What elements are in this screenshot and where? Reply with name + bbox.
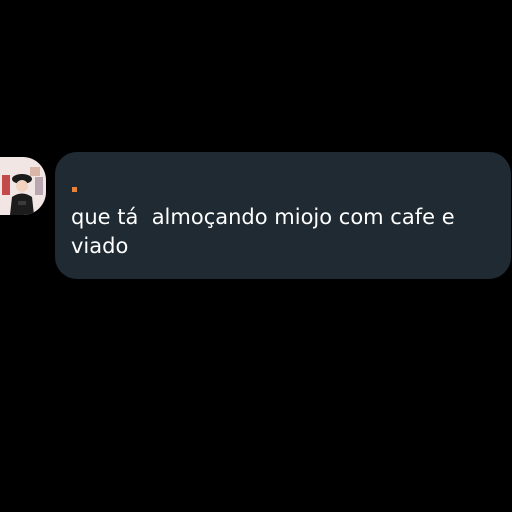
sender-indicator xyxy=(72,187,77,192)
chat-canvas: que tá almoçando miojo com cafe e viado xyxy=(0,0,512,512)
user-avatar-icon xyxy=(0,157,46,215)
avatar[interactable] xyxy=(0,157,46,215)
message-bubble[interactable]: que tá almoçando miojo com cafe e viado xyxy=(55,152,511,279)
message-text: que tá almoçando miojo com cafe e viado xyxy=(71,205,462,258)
